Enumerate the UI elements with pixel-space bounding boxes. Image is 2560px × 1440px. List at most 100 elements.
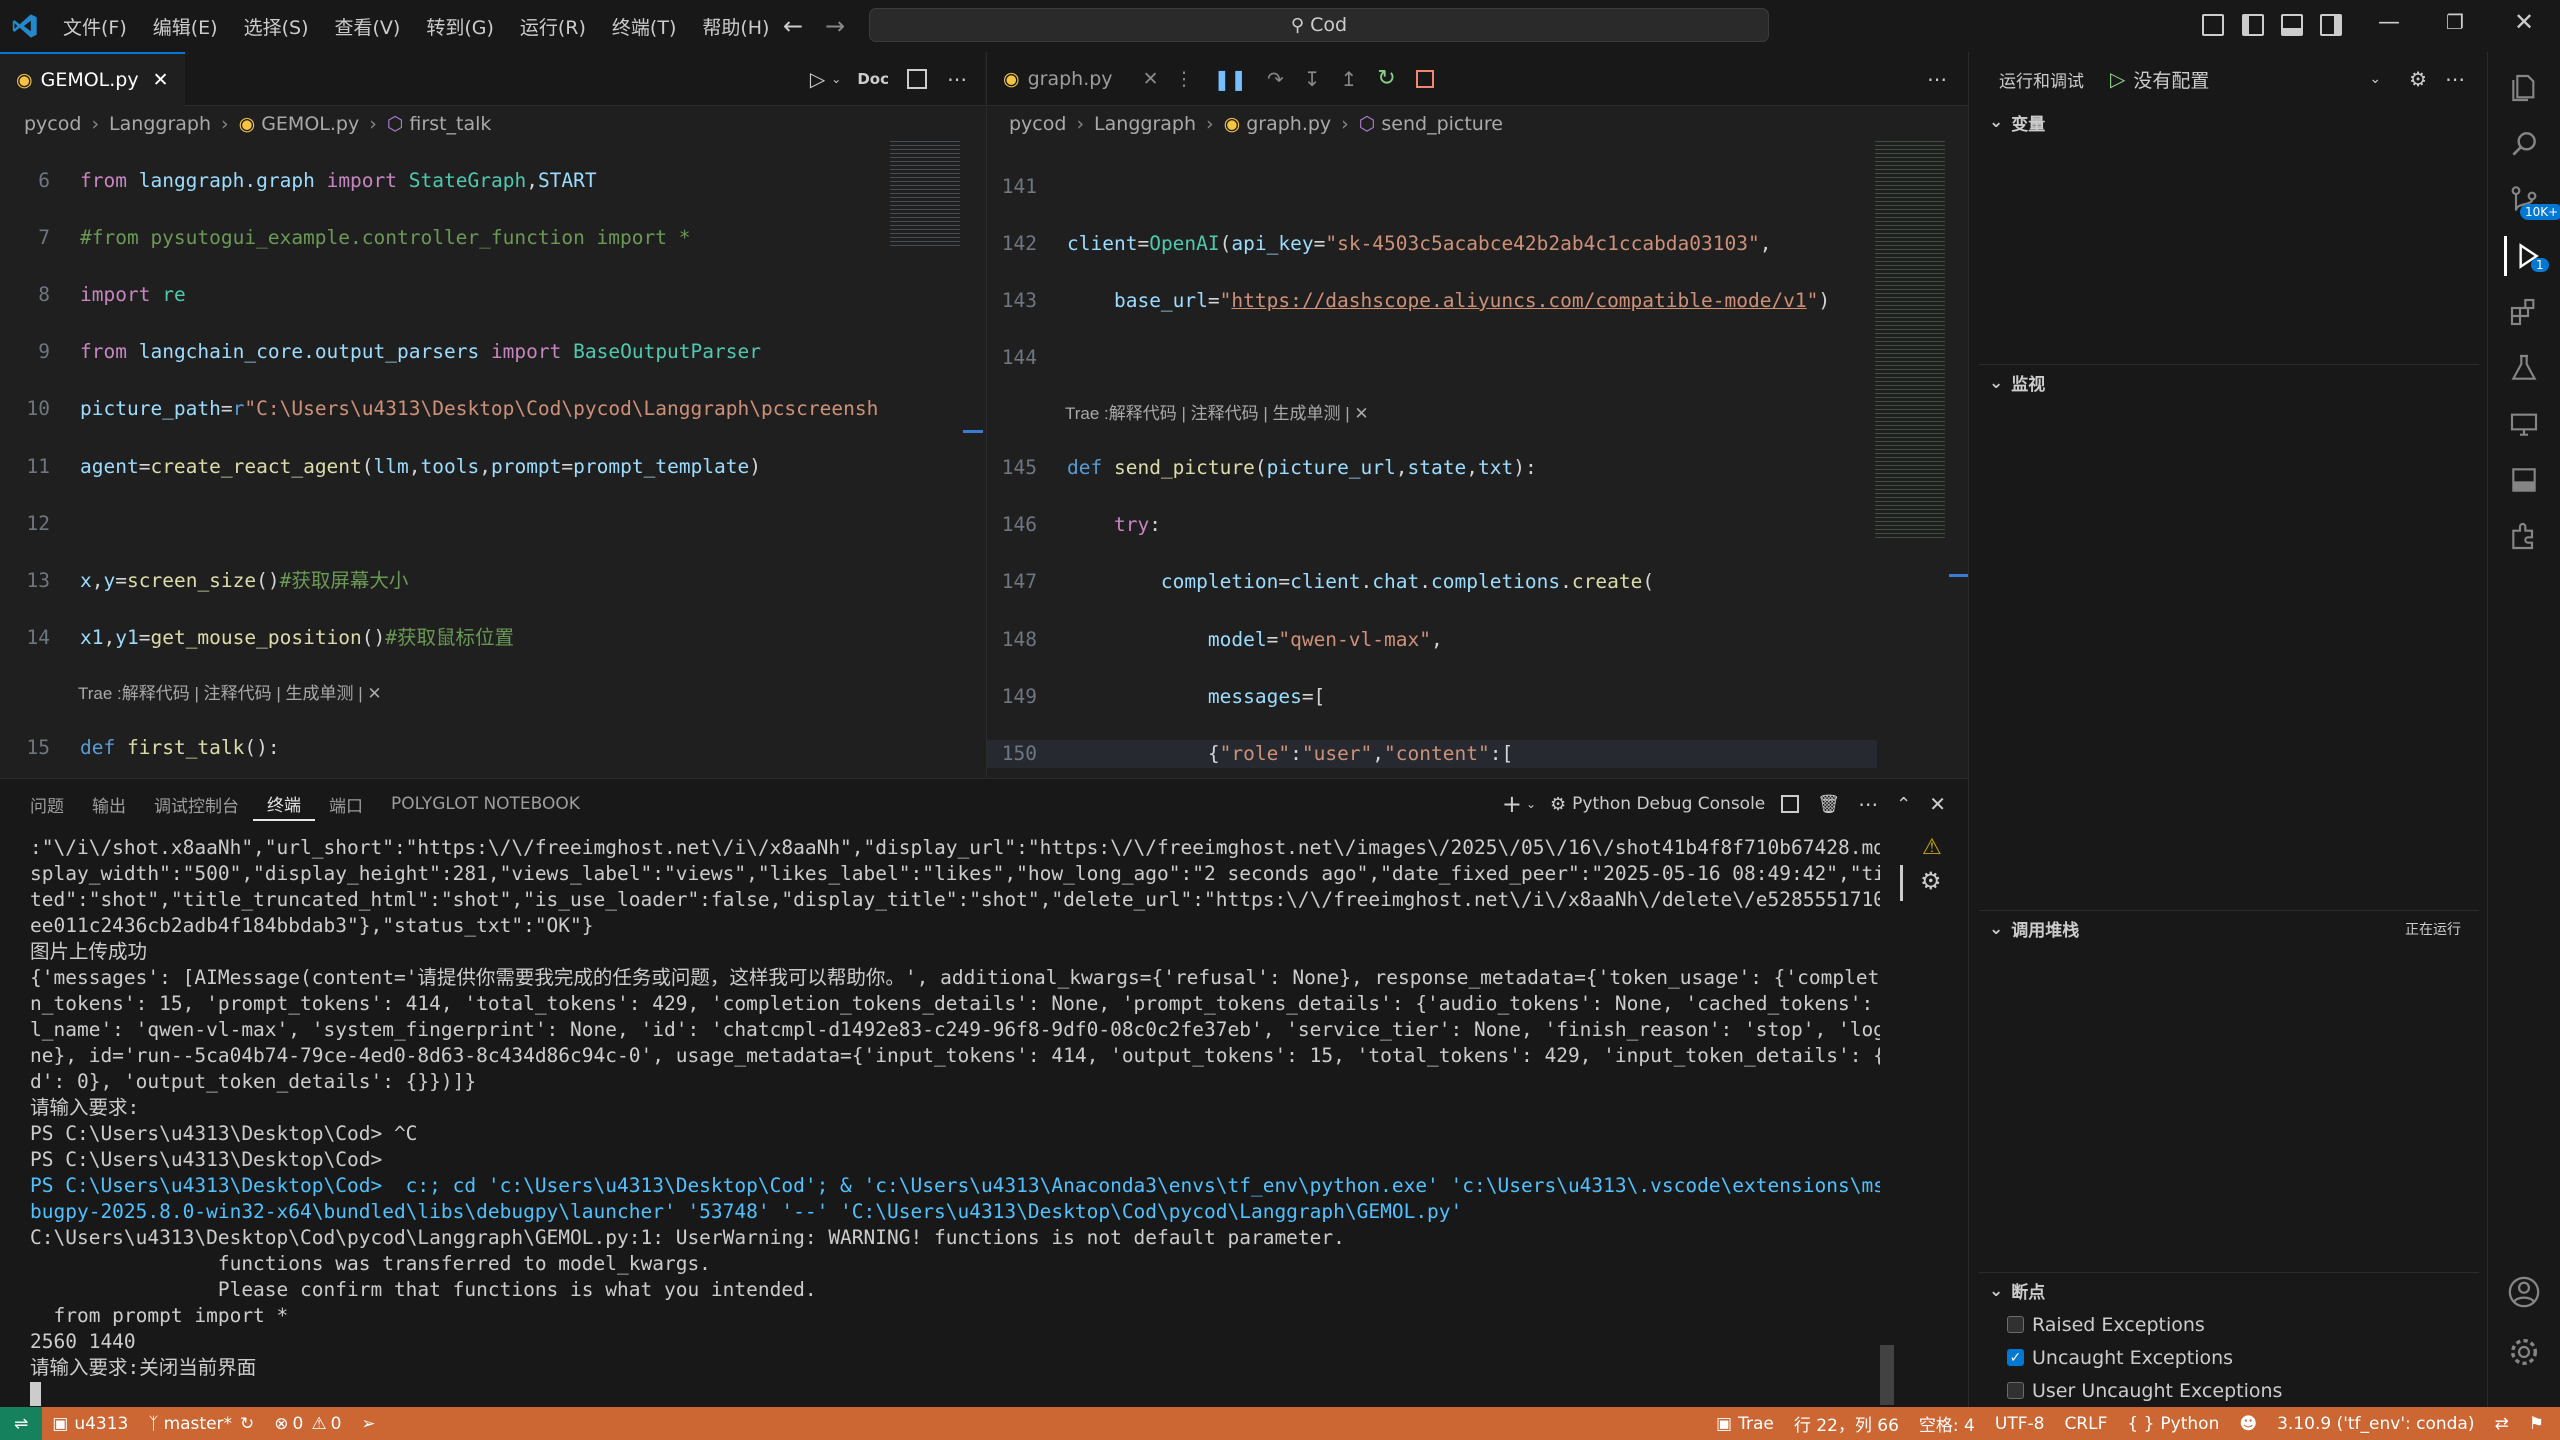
notifications-bell-icon[interactable]: ⚑	[2519, 1414, 2554, 1434]
menu-edit[interactable]: 编辑(E)	[140, 13, 231, 40]
tab-output[interactable]: 输出	[78, 787, 140, 821]
step-over-icon[interactable]: ↷	[1267, 67, 1284, 91]
customize-layout-icon[interactable]	[2202, 14, 2224, 36]
breadcrumb-item[interactable]: Langgraph	[109, 113, 211, 135]
restore-icon[interactable]: ❐	[2446, 10, 2464, 34]
variables-section-header[interactable]: ⌄ 变量	[1979, 104, 2045, 140]
chevron-down-icon[interactable]: ⌄	[1526, 797, 1536, 811]
breadcrumb-item[interactable]: graph.py	[1246, 113, 1331, 135]
code-area[interactable]: 6 from langgraph.graph import StateGraph,…	[0, 138, 890, 773]
new-terminal-icon[interactable]: +	[1502, 790, 1522, 818]
tab-ports[interactable]: 端口	[315, 787, 377, 821]
breadcrumb-item[interactable]: send_picture	[1381, 113, 1503, 135]
callstack-section-header[interactable]: ⌄ 调用堆栈 正在运行	[1979, 910, 2479, 946]
tab-terminal[interactable]: 终端	[253, 787, 315, 821]
debug-terminal-icon[interactable]: ⚙	[1920, 867, 1942, 895]
language-mode[interactable]: { } Python	[2117, 1414, 2229, 1434]
stop-icon[interactable]	[1415, 69, 1434, 88]
restart-icon[interactable]: ↻	[1377, 66, 1395, 91]
copilot-icon[interactable]: ☻	[2229, 1414, 2267, 1434]
testing-flask-icon[interactable]	[2504, 348, 2544, 388]
tab-debug-console[interactable]: 调试控制台	[140, 787, 253, 821]
menu-selection[interactable]: 选择(S)	[231, 13, 322, 40]
search-icon[interactable]	[2504, 124, 2544, 164]
checkbox-checked[interactable]: ✓	[2007, 1349, 2024, 1366]
account-icon[interactable]	[2504, 1272, 2544, 1312]
terminal-name[interactable]: Python Debug Console	[1572, 794, 1765, 814]
breadcrumb-item[interactable]: Langgraph	[1094, 113, 1196, 135]
split-editor-icon[interactable]	[907, 68, 927, 89]
breadcrumb-item[interactable]: pycod	[24, 113, 81, 135]
toggle-secondary-sidebar-icon[interactable]	[2320, 14, 2342, 36]
back-arrow-icon[interactable]: ←	[783, 12, 803, 40]
more-actions-icon[interactable]: ⋯	[1858, 792, 1878, 816]
drag-handle-icon[interactable]: ⋮	[1174, 68, 1193, 90]
breadcrumb-item[interactable]: first_talk	[409, 113, 491, 135]
user-indicator[interactable]: ▣ u4313	[42, 1414, 138, 1434]
debug-status-icon[interactable]: ➢	[351, 1414, 385, 1434]
trash-icon[interactable]: 🗑	[1817, 794, 1840, 815]
maximize-panel-icon[interactable]: ⌃	[1896, 794, 1911, 815]
python-interpreter[interactable]: 3.10.9 ('tf_env': conda)	[2267, 1414, 2484, 1434]
extension-puzzle-icon[interactable]	[2504, 516, 2544, 556]
remote-indicator[interactable]: ⇌	[0, 1407, 43, 1440]
encoding[interactable]: UTF-8	[1985, 1414, 2055, 1434]
checkbox[interactable]	[2007, 1382, 2024, 1399]
terminal-scrollbar[interactable]	[1880, 1345, 1894, 1405]
more-actions-icon[interactable]: ⋯	[2445, 67, 2465, 91]
breakpoint-item[interactable]: ✓ Uncaught Exceptions	[2007, 1341, 2282, 1374]
breadcrumb-item[interactable]: pycod	[1009, 113, 1066, 135]
menu-terminal[interactable]: 终端(T)	[599, 13, 689, 40]
gear-icon[interactable]: ⚙	[2409, 67, 2427, 91]
step-into-icon[interactable]: ↧	[1304, 67, 1321, 91]
forward-arrow-icon[interactable]: →	[825, 12, 845, 40]
panel-view-icon[interactable]	[2504, 460, 2544, 500]
doc-button[interactable]: Doc	[857, 70, 889, 88]
line-ending[interactable]: CRLF	[2054, 1414, 2117, 1434]
chevron-down-icon[interactable]: ⌄	[831, 72, 841, 86]
pause-icon[interactable]: ❚❚	[1213, 67, 1247, 91]
remote-explorer-icon[interactable]	[2504, 404, 2544, 444]
menu-view[interactable]: 查看(V)	[322, 13, 414, 40]
chevron-down-icon[interactable]: ⌄	[2369, 71, 2381, 87]
terminal-output[interactable]: :"\/i\/shot.x8aaNh","url_short":"https:\…	[30, 835, 1880, 1395]
close-window-icon[interactable]: ✕	[2514, 8, 2534, 36]
codelens-actions[interactable]: Trae :解释代码 | 注释代码 | 生成单测 | ✕	[1065, 404, 1369, 423]
problems-indicator[interactable]: ⊗ 0 ⚠ 0	[264, 1414, 351, 1434]
run-debug-icon[interactable]: 1	[2504, 236, 2549, 276]
codelens-actions[interactable]: Trae :解释代码 | 注释代码 | 生成单测 | ✕	[78, 684, 382, 703]
sync-icon[interactable]: ↻	[240, 1414, 254, 1434]
minimap[interactable]	[1875, 138, 1945, 538]
start-debugging-icon[interactable]: ▷	[2110, 67, 2125, 91]
branch-indicator[interactable]: ᛉ master* ↻	[138, 1414, 264, 1434]
trae-indicator[interactable]: ▣ Trae	[1706, 1414, 1784, 1434]
close-tab-icon[interactable]: ✕	[1143, 68, 1159, 90]
split-terminal-icon[interactable]	[1781, 795, 1800, 813]
more-actions-icon[interactable]: ⋯	[1927, 67, 1947, 91]
extensions-icon[interactable]	[2504, 292, 2544, 332]
indentation[interactable]: 空格: 4	[1909, 1411, 1985, 1436]
menu-help[interactable]: 帮助(H)	[689, 13, 782, 40]
code-area[interactable]: 141 142 client=OpenAI(api_key="sk-4503c5a…	[987, 144, 1877, 774]
step-out-icon[interactable]: ↥	[1341, 67, 1358, 91]
toggle-panel-icon[interactable]	[2281, 14, 2303, 36]
tab-polyglot-notebook[interactable]: POLYGLOT NOTEBOOK	[377, 787, 594, 821]
breakpoint-item[interactable]: User Uncaught Exceptions	[2007, 1374, 2282, 1407]
tab-graph-py[interactable]: ◉ graph.py ✕	[987, 52, 1174, 106]
close-tab-icon[interactable]: ✕	[153, 69, 169, 91]
tab-problems[interactable]: 问题	[16, 787, 78, 821]
watch-section-header[interactable]: ⌄ 监视	[1979, 364, 2479, 400]
explorer-icon[interactable]	[2504, 68, 2544, 108]
minimap[interactable]	[890, 138, 960, 248]
toggle-primary-sidebar-icon[interactable]	[2242, 14, 2264, 36]
cursor-position[interactable]: 行 22，列 66	[1784, 1411, 1909, 1436]
breakpoints-section-header[interactable]: ⌄ 断点	[1979, 1272, 2479, 1308]
menu-run[interactable]: 运行(R)	[507, 13, 599, 40]
menu-goto[interactable]: 转到(G)	[413, 13, 507, 40]
source-control-icon[interactable]: 10K+	[2504, 180, 2560, 220]
broadcast-icon[interactable]: ⇄	[2485, 1414, 2519, 1434]
tab-gemol-py[interactable]: ◉ GEMOL.py ✕	[0, 51, 185, 106]
run-python-icon[interactable]: ▷	[810, 67, 825, 91]
more-actions-icon[interactable]: ⋯	[947, 67, 967, 91]
launch-config-select[interactable]: 没有配置	[2133, 66, 2209, 93]
